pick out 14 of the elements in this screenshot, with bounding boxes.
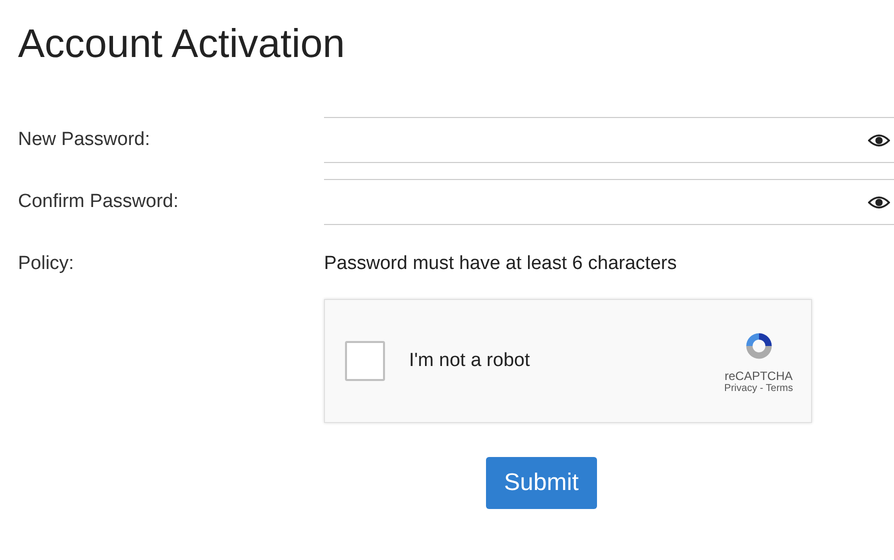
password-field[interactable]	[324, 179, 894, 225]
eye-icon[interactable]	[868, 194, 890, 210]
policy-label: Policy:	[18, 253, 75, 275]
captcha-brand: reCAPTCHA	[724, 368, 793, 382]
captcha-checkbox[interactable]	[345, 341, 385, 381]
eye-icon[interactable]	[868, 132, 890, 148]
policy-text: Password must have at least 6 characters	[324, 253, 678, 275]
captcha-links[interactable]: Privacy - Terms	[724, 382, 793, 394]
password-field[interactable]	[324, 117, 894, 163]
submit-button[interactable]: Submit	[486, 457, 597, 509]
page-title: Account Activation	[18, 22, 346, 67]
captcha-label: I'm not a robot	[409, 350, 531, 372]
field-label: New Password:	[18, 129, 151, 151]
field-label: Confirm Password:	[18, 191, 180, 213]
